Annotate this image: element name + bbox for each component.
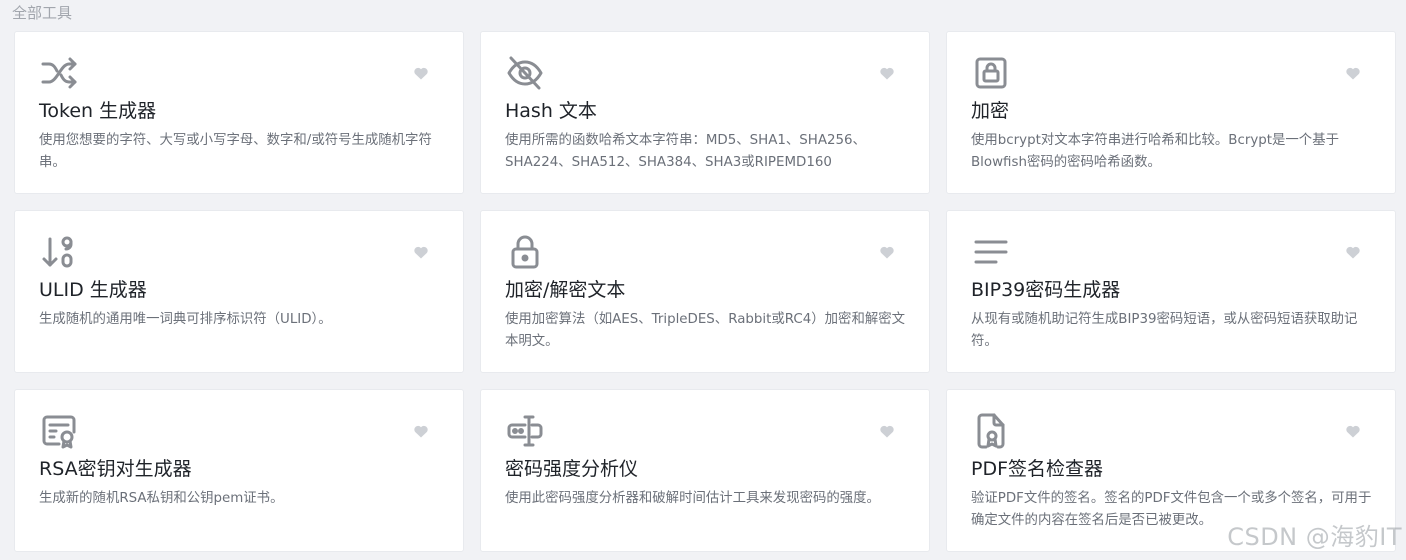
favorite-heart-icon[interactable]: [879, 65, 895, 81]
tool-title: 加密: [971, 100, 1010, 122]
favorite-heart-icon[interactable]: [1345, 244, 1361, 260]
favorite-heart-icon[interactable]: [879, 423, 895, 439]
tool-card-password-strength[interactable]: 密码强度分析仪 使用此密码强度分析器和破解时间估计工具来发现密码的强度。: [480, 389, 930, 552]
tool-title: Token 生成器: [39, 100, 157, 122]
tool-card-token-generator[interactable]: Token 生成器 使用您想要的字符、大写或小写字母、数字和/或符号生成随机字符…: [14, 31, 464, 194]
tool-title: RSA密钥对生成器: [39, 458, 192, 480]
tool-title: Hash 文本: [505, 100, 597, 122]
tool-title: 加密/解密文本: [505, 279, 626, 301]
certificate-icon: [39, 411, 79, 451]
tool-description: 使用所需的函数哈希文本字符串：MD5、SHA1、SHA256、SHA224、SH…: [505, 133, 866, 170]
password-icon: [505, 411, 545, 451]
shuffle-icon: [39, 53, 79, 93]
tool-description: 使用您想要的字符、大写或小写字母、数字和/或符号生成随机字符串。: [39, 133, 432, 170]
favorite-heart-icon[interactable]: [1345, 65, 1361, 81]
tool-title: PDF签名检查器: [971, 458, 1104, 480]
tool-description: 生成随机的通用唯一词典可排序标识符（ULID）。: [39, 312, 332, 327]
sort-numeric-icon: [39, 232, 79, 272]
tool-description: 使用此密码强度分析器和破解时间估计工具来发现密码的强度。: [505, 491, 880, 506]
tool-title: 密码强度分析仪: [505, 458, 639, 480]
tool-title: ULID 生成器: [39, 279, 147, 301]
tools-grid: Token 生成器 使用您想要的字符、大写或小写字母、数字和/或符号生成随机字符…: [14, 31, 1396, 552]
tool-description: 生成新的随机RSA私钥和公钥pem证书。: [39, 491, 284, 506]
eye-off-icon: [505, 53, 545, 93]
favorite-heart-icon[interactable]: [1345, 423, 1361, 439]
tool-title: BIP39密码生成器: [971, 279, 1121, 301]
tool-card-bcrypt[interactable]: 加密 使用bcrypt对文本字符串进行哈希和比较。Bcrypt是一个基于Blow…: [946, 31, 1396, 194]
favorite-heart-icon[interactable]: [413, 65, 429, 81]
tool-card-hash-text[interactable]: Hash 文本 使用所需的函数哈希文本字符串：MD5、SHA1、SHA256、S…: [480, 31, 930, 194]
tool-card-encrypt-decrypt[interactable]: 加密/解密文本 使用加密算法（如AES、TripleDES、Rabbit或RC4…: [480, 210, 930, 373]
lock-square-icon: [971, 53, 1011, 93]
watermark: CSDN @海豹IT: [1227, 523, 1402, 551]
tool-description: 使用加密算法（如AES、TripleDES、Rabbit或RC4）加密和解密文本…: [505, 312, 906, 349]
tool-description: 从现有或随机助记符生成BIP39密码短语，或从密码短语获取助记符。: [971, 312, 1358, 349]
favorite-heart-icon[interactable]: [413, 244, 429, 260]
favorite-heart-icon[interactable]: [879, 244, 895, 260]
file-certificate-icon: [971, 411, 1011, 451]
section-title: 全部工具: [12, 4, 73, 22]
favorite-heart-icon[interactable]: [413, 423, 429, 439]
tool-card-bip39-generator[interactable]: BIP39密码生成器 从现有或随机助记符生成BIP39密码短语，或从密码短语获取…: [946, 210, 1396, 373]
lock-icon: [505, 232, 545, 272]
tool-card-ulid-generator[interactable]: ULID 生成器 生成随机的通用唯一词典可排序标识符（ULID）。: [14, 210, 464, 373]
align-justified-icon: [971, 232, 1011, 272]
tool-card-rsa-keypair[interactable]: RSA密钥对生成器 生成新的随机RSA私钥和公钥pem证书。: [14, 389, 464, 552]
tool-description: 使用bcrypt对文本字符串进行哈希和比较。Bcrypt是一个基于Blowfis…: [971, 133, 1339, 170]
